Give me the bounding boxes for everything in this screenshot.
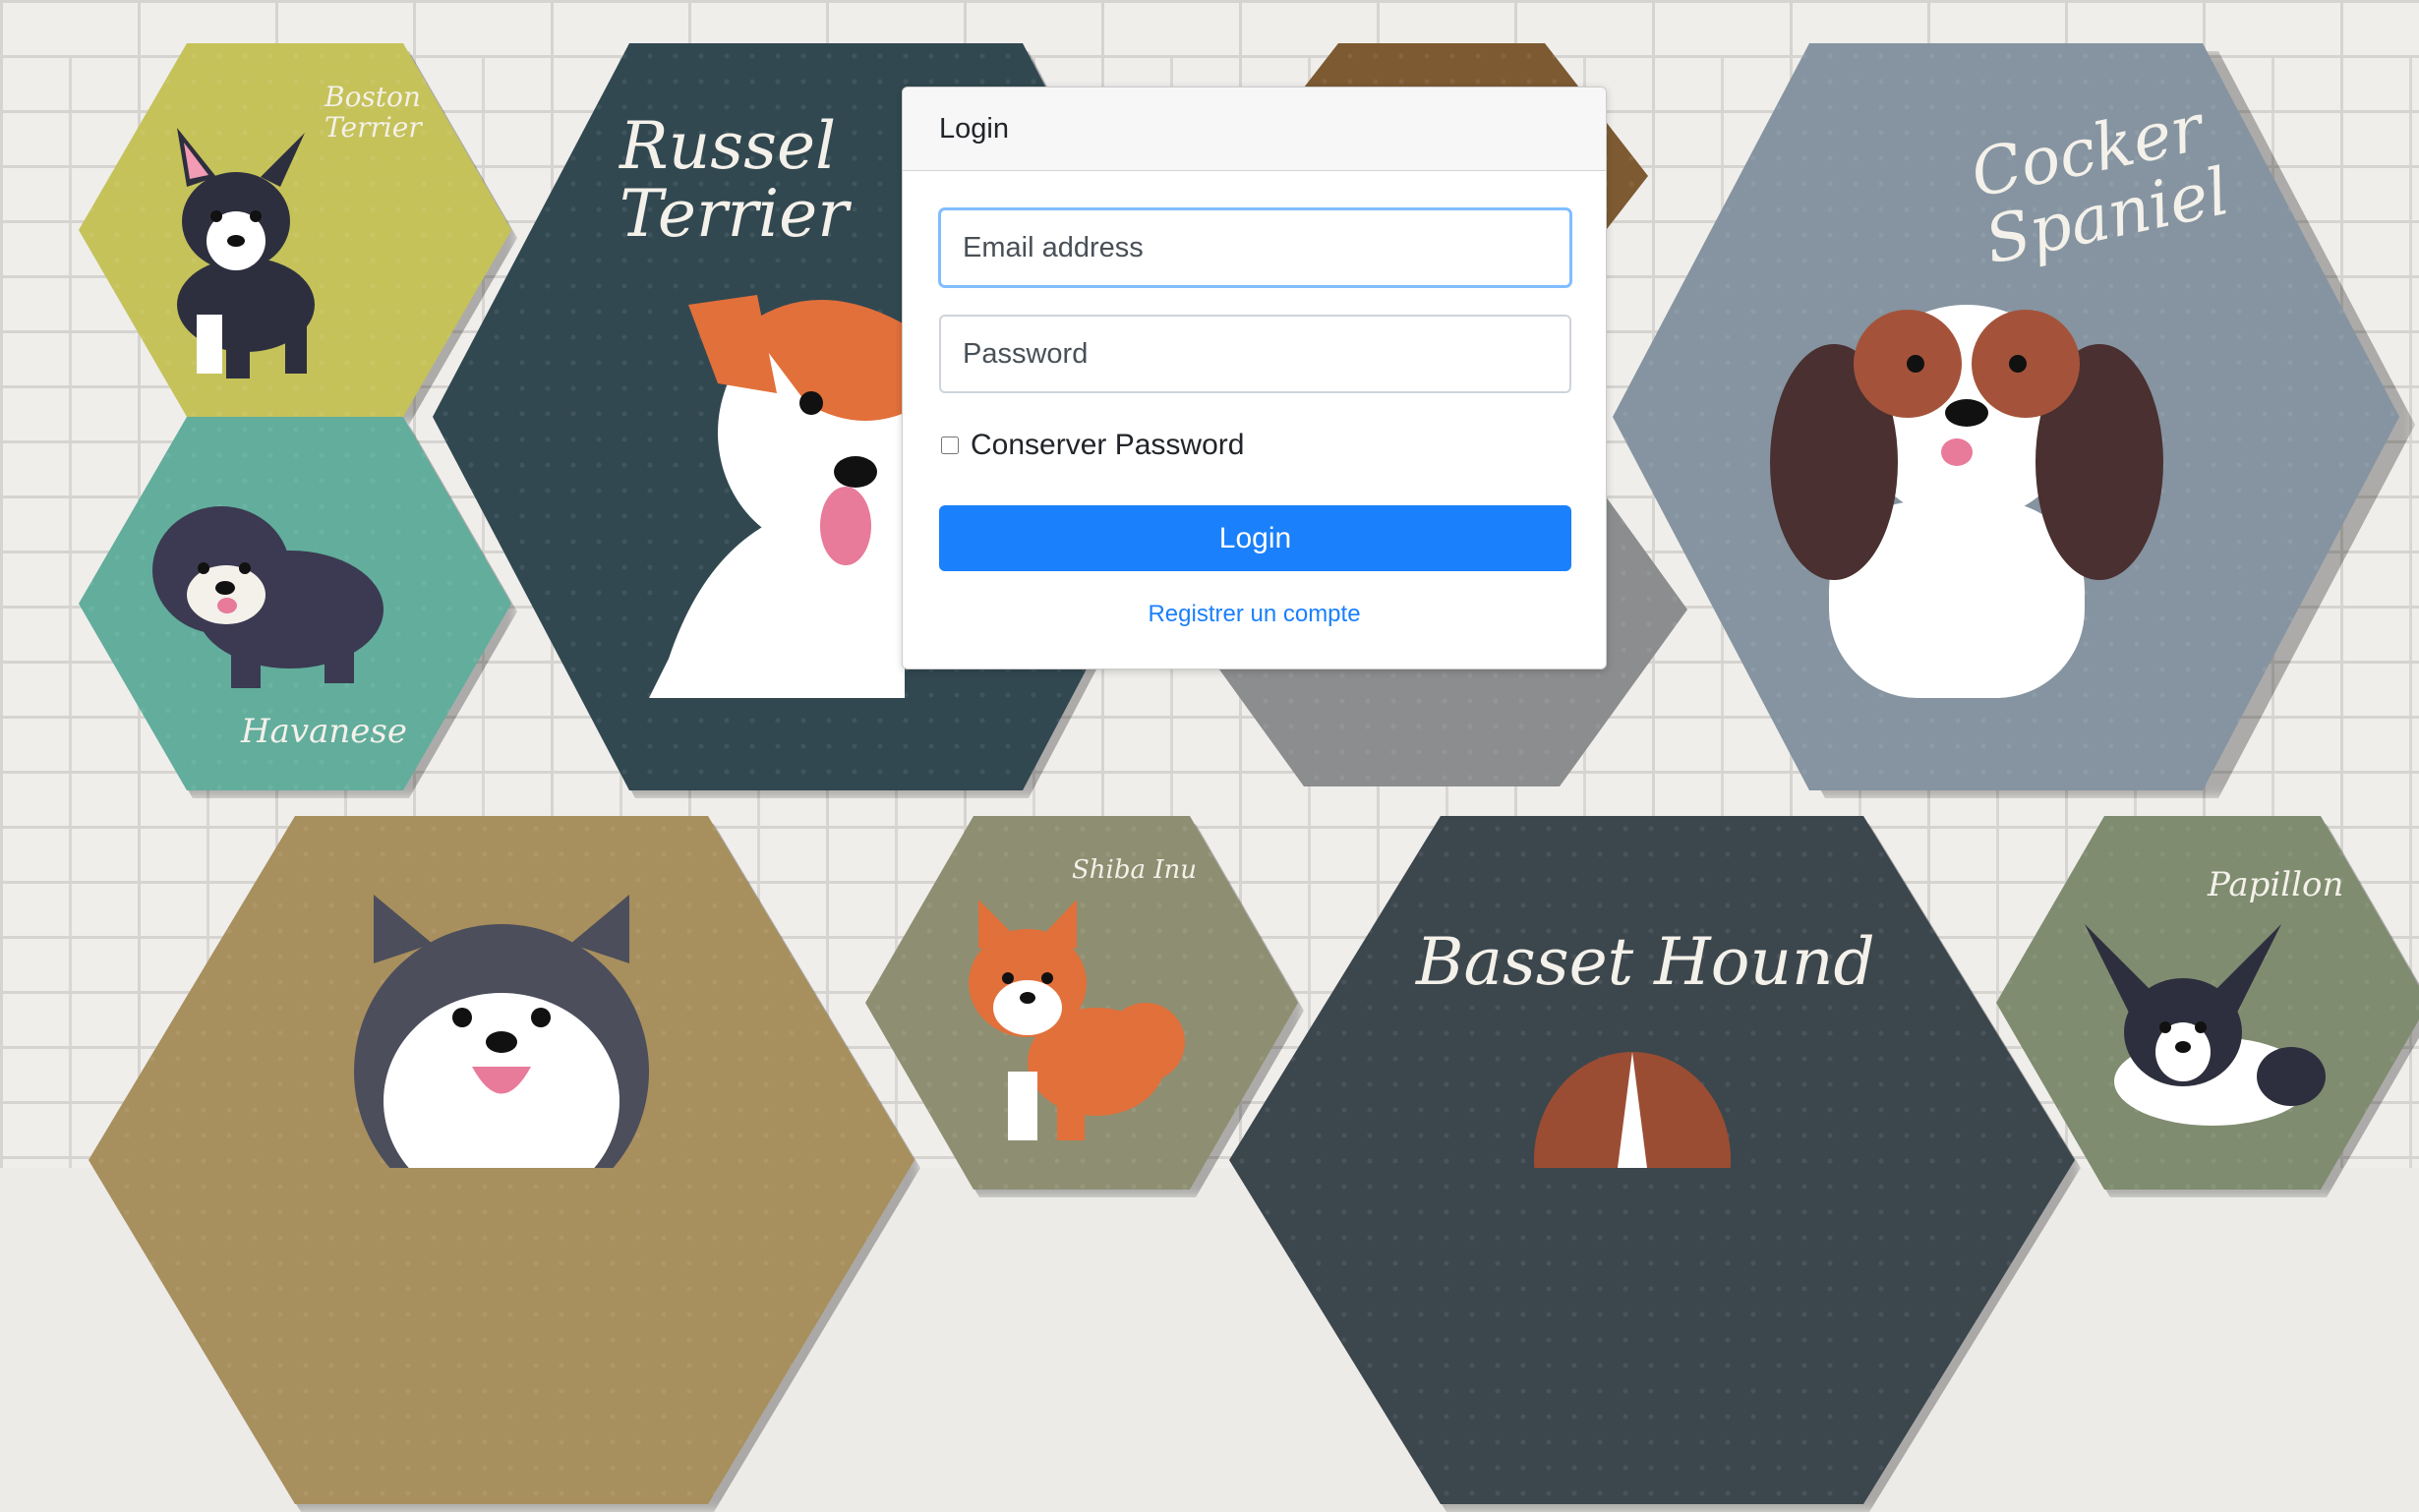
papillon-illustration xyxy=(2085,924,2326,1126)
login-card-header: Login xyxy=(903,87,1606,171)
russel-terrier-illustration xyxy=(649,295,905,698)
breed-label: Russel Terrier xyxy=(620,108,849,253)
cocker-spaniel-illustration xyxy=(1770,305,2163,698)
breed-label: Havanese xyxy=(241,712,407,751)
register-link[interactable]: Registrer un compte xyxy=(939,601,1569,628)
login-button[interactable]: Login xyxy=(939,505,1571,571)
breed-label: Cocker Spaniel xyxy=(1964,89,2236,279)
password-input[interactable] xyxy=(939,315,1571,393)
shiba-inu-illustration xyxy=(969,900,1185,1140)
husky-illustration xyxy=(354,895,649,1168)
login-card: Login Conserver Password Login Registrer… xyxy=(902,87,1607,669)
login-title: Login xyxy=(939,112,1009,145)
breed-label: Shiba Inu xyxy=(1072,855,1198,885)
login-card-body: Conserver Password Login Registrer un co… xyxy=(903,171,1606,628)
remember-row: Conserver Password xyxy=(939,429,1569,462)
remember-checkbox[interactable] xyxy=(941,436,959,454)
remember-label[interactable]: Conserver Password xyxy=(971,429,1244,462)
havanese-illustration xyxy=(152,506,384,688)
breed-label: Papillon xyxy=(2208,865,2344,904)
breed-label: Basset Hound xyxy=(1416,924,1875,1000)
basset-hound-illustration xyxy=(1534,1052,1731,1168)
email-input[interactable] xyxy=(939,208,1571,287)
boston-terrier-illustration xyxy=(177,128,315,378)
